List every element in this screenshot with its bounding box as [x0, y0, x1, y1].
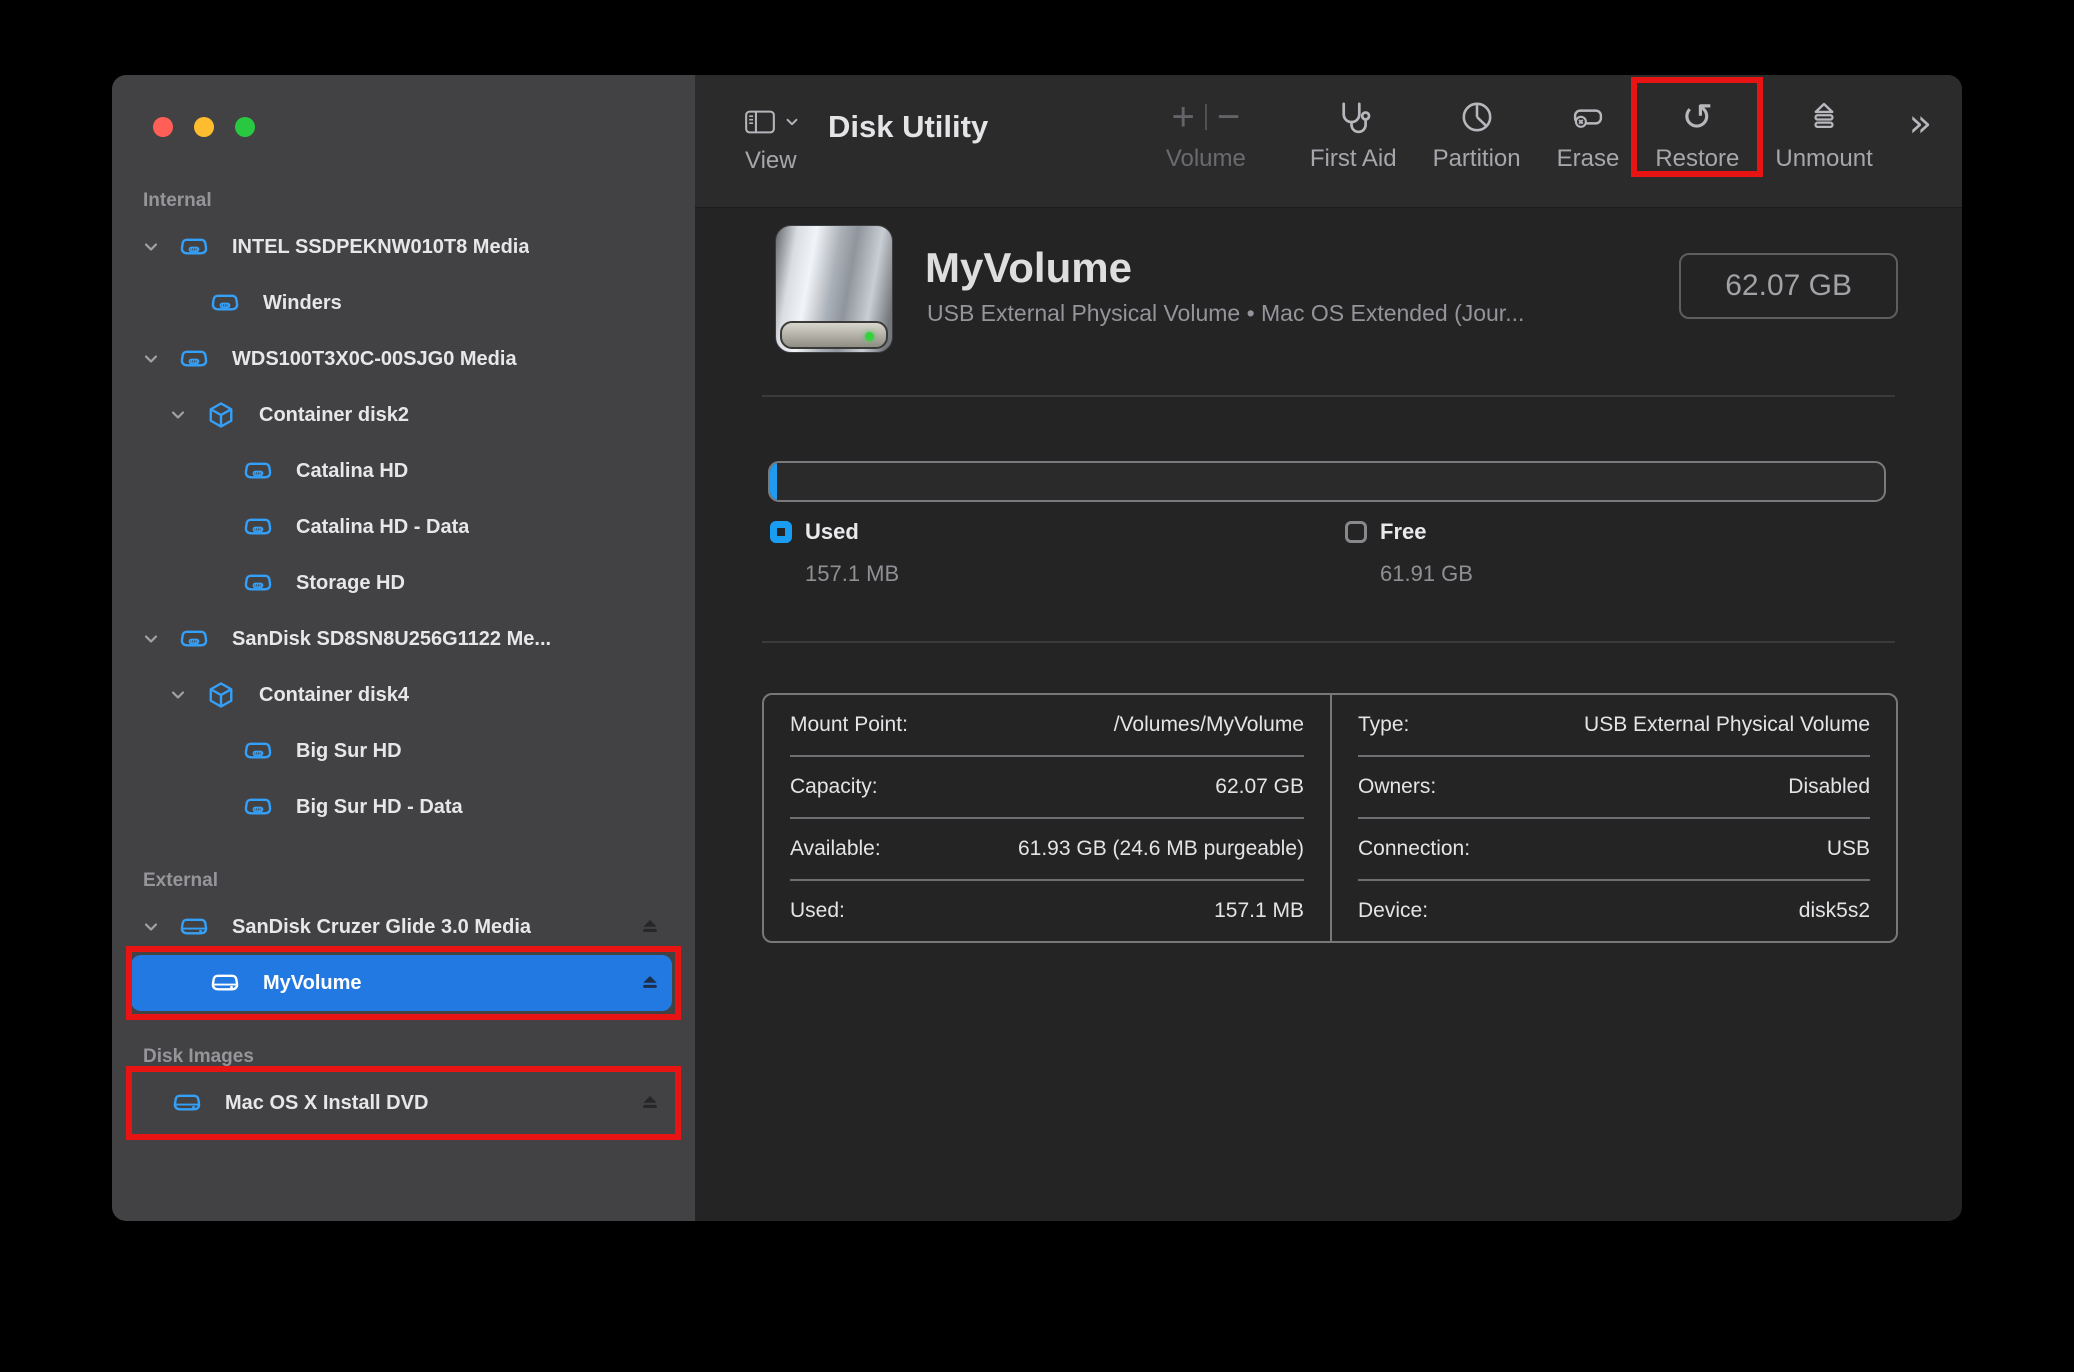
sidebar-item-sandisk-cruzer[interactable]: SanDisk Cruzer Glide 3.0 Media	[131, 899, 672, 955]
sidebar-item-macos-install-dvd[interactable]: Mac OS X Install DVD	[131, 1075, 672, 1131]
zoom-button[interactable]	[235, 117, 255, 137]
add-volume-icon: +	[1171, 94, 1195, 139]
chevron-down-icon	[784, 114, 800, 130]
partition-button[interactable]: Partition	[1433, 93, 1521, 173]
eject-icon[interactable]	[638, 1091, 662, 1115]
disclosure-chevron-icon[interactable]	[158, 406, 198, 424]
view-control[interactable]: View	[745, 105, 800, 175]
details-table: Mount Point: /Volumes/MyVolume Capacity:…	[762, 693, 1898, 943]
details-left-column: Mount Point: /Volumes/MyVolume Capacity:…	[764, 695, 1330, 941]
disk-image-icon	[172, 1088, 202, 1118]
table-row: Used: 157.1 MB	[790, 899, 1304, 922]
volume-subtitle: USB External Physical Volume • Mac OS Ex…	[927, 300, 1525, 326]
sidebar-item-big-sur-hd[interactable]: Big Sur HD	[131, 723, 672, 779]
sidebar-item-catalina-hd[interactable]: Catalina HD	[131, 443, 672, 499]
used-value: 157.1 MB	[805, 561, 900, 586]
device-list: Internal INTEL SSDPEKNW010T8 Media Winde…	[112, 75, 695, 1131]
table-row: Available: 61.93 GB (24.6 MB purgeable)	[790, 837, 1304, 860]
divider	[762, 641, 1895, 643]
unmount-icon	[1814, 102, 1834, 129]
disclosure-chevron-icon[interactable]	[131, 238, 171, 256]
table-row: Device: disk5s2	[1358, 899, 1870, 922]
external-drive-image	[775, 225, 893, 353]
main-content: MyVolume USB External Physical Volume • …	[695, 208, 1962, 1221]
erase-button[interactable]: Erase	[1557, 93, 1619, 173]
first-aid-button[interactable]: First Aid	[1310, 93, 1397, 173]
sidebar-item-container-disk2[interactable]: Container disk2	[131, 387, 672, 443]
window-title: Disk Utility	[828, 109, 989, 144]
used-swatch-icon	[770, 521, 792, 543]
container-box-icon	[206, 680, 236, 710]
sidebar-item-myvolume[interactable]: MyVolume	[131, 955, 672, 1011]
restore-button[interactable]: ↺ Restore	[1631, 77, 1764, 177]
used-segment	[770, 463, 777, 500]
remove-volume-icon: −	[1216, 94, 1241, 139]
table-row: Type: USB External Physical Volume	[1358, 713, 1870, 736]
internal-disk-icon	[179, 232, 209, 262]
table-row: Connection: USB	[1358, 837, 1870, 860]
sidebar-item-catalina-hd-data[interactable]: Catalina HD - Data	[131, 499, 672, 555]
free-value: 61.91 GB	[1380, 561, 1473, 586]
section-header-disk-images: Disk Images	[143, 1046, 254, 1067]
external-disk-icon	[179, 912, 209, 942]
table-row: Mount Point: /Volumes/MyVolume	[790, 713, 1304, 736]
sidebar-item-container-disk4[interactable]: Container disk4	[131, 667, 672, 723]
volume-disk-icon	[210, 288, 240, 318]
sidebar-view-icon	[745, 110, 775, 134]
details-right-column: Type: USB External Physical Volume Owner…	[1330, 695, 1896, 941]
free-swatch-icon	[1345, 521, 1367, 543]
eject-icon[interactable]	[638, 915, 662, 939]
sidebar-item-intel-media[interactable]: INTEL SSDPEKNW010T8 Media	[131, 219, 672, 275]
close-button[interactable]	[153, 117, 173, 137]
sidebar-item-winders[interactable]: Winders	[131, 275, 672, 331]
table-row: Owners: Disabled	[1358, 775, 1870, 798]
sidebar: Internal INTEL SSDPEKNW010T8 Media Winde…	[112, 75, 695, 1221]
minimize-button[interactable]	[194, 117, 214, 137]
volume-title: MyVolume	[925, 244, 1132, 291]
legend-free: Free 61.91 GB	[1345, 519, 1473, 587]
internal-disk-icon	[179, 344, 209, 374]
container-box-icon	[206, 400, 236, 430]
window-controls	[153, 117, 255, 137]
volume-button: + − Volume	[1165, 94, 1246, 173]
disclosure-chevron-icon[interactable]	[158, 686, 198, 704]
section-header-internal: Internal	[143, 190, 212, 211]
size-badge: 62.07 GB	[1679, 253, 1898, 319]
volume-disk-icon	[243, 792, 273, 822]
unmount-button[interactable]: Unmount	[1775, 93, 1873, 173]
sidebar-item-storage-hd[interactable]: Storage HD	[131, 555, 672, 611]
toolbar-overflow-button[interactable]: »	[1909, 101, 1932, 145]
section-header-external: External	[143, 870, 218, 891]
view-label: View	[745, 147, 797, 174]
divider	[762, 395, 1895, 397]
sidebar-item-sandisk-sd8[interactable]: SanDisk SD8SN8U256G1122 Me...	[131, 611, 672, 667]
volume-disk-icon	[243, 456, 273, 486]
restore-arrow-icon: ↺	[1681, 95, 1714, 139]
toolbar: View Disk Utility + − Volume First Aid P…	[695, 75, 1962, 208]
sidebar-item-wds-media[interactable]: WDS100T3X0C-00SJG0 Media	[131, 331, 672, 387]
drive-led	[865, 332, 874, 341]
volume-disk-icon	[243, 512, 273, 542]
divider	[1204, 104, 1207, 130]
external-disk-icon	[210, 968, 240, 998]
usage-bar	[768, 461, 1886, 502]
sidebar-item-big-sur-hd-data[interactable]: Big Sur HD - Data	[131, 779, 672, 835]
volume-disk-icon	[243, 736, 273, 766]
eject-icon[interactable]	[638, 971, 662, 995]
disk-utility-window: Internal INTEL SSDPEKNW010T8 Media Winde…	[112, 75, 1962, 1221]
partition-pie-icon	[1462, 102, 1492, 132]
table-row: Capacity: 62.07 GB	[790, 775, 1304, 798]
legend-used: Used 157.1 MB	[770, 519, 899, 587]
disclosure-chevron-icon[interactable]	[131, 350, 171, 368]
internal-disk-icon	[179, 624, 209, 654]
stethoscope-icon	[1342, 102, 1371, 134]
erase-disk-icon	[1573, 109, 1603, 128]
disclosure-chevron-icon[interactable]	[131, 918, 171, 936]
volume-disk-icon	[243, 568, 273, 598]
disclosure-chevron-icon[interactable]	[131, 630, 171, 648]
